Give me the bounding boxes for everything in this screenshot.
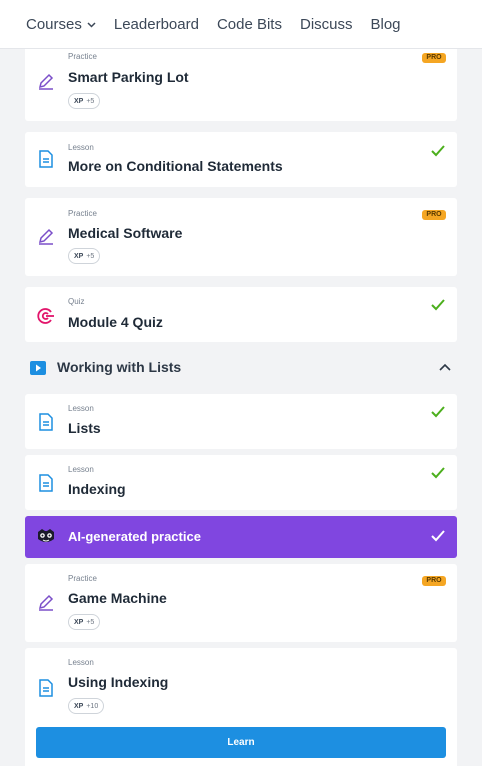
nav-courses[interactable]: Courses — [26, 16, 96, 33]
item-title: Medical Software — [68, 225, 183, 241]
pencil-icon — [38, 594, 54, 611]
document-icon — [39, 474, 53, 492]
learn-button[interactable]: Learn — [36, 727, 446, 758]
xp-chip: XP +5 — [68, 614, 101, 630]
lesson-card-using-indexing[interactable]: Lesson Using Indexing XP +10 Learn — [25, 648, 457, 766]
xp-value: +5 — [86, 618, 95, 626]
check-icon — [431, 145, 445, 157]
xp-value: +5 — [86, 252, 95, 260]
lesson-card-indexing[interactable]: Lesson Indexing — [25, 455, 457, 510]
item-type-label: Lesson — [68, 465, 94, 474]
pencil-icon — [38, 73, 54, 90]
item-title: More on Conditional Statements — [68, 158, 283, 174]
lesson-card-medical-software[interactable]: Practice PRO Medical Software XP +5 — [25, 198, 457, 276]
pencil-icon — [38, 228, 54, 245]
top-navigation: Courses Leaderboard Code Bits Discuss Bl… — [0, 0, 482, 49]
check-icon — [431, 406, 445, 418]
item-title: Game Machine — [68, 590, 167, 606]
xp-value: +5 — [86, 97, 95, 105]
xp-chip: XP +5 — [68, 93, 101, 109]
item-type-label: Quiz — [68, 297, 85, 306]
quiz-card-module-4-quiz[interactable]: Quiz Module 4 Quiz — [25, 287, 457, 342]
module-title: Working with Lists — [57, 359, 182, 375]
item-title: Smart Parking Lot — [68, 69, 189, 85]
item-type-label: Practice — [68, 209, 97, 218]
lesson-card-more-on-conditional-statements[interactable]: Lesson More on Conditional Statements — [25, 132, 457, 187]
nav-code-bits[interactable]: Code Bits — [217, 16, 282, 33]
nav-discuss[interactable]: Discuss — [300, 16, 353, 33]
document-icon — [39, 679, 53, 697]
nav-blog[interactable]: Blog — [371, 16, 401, 33]
item-title: Indexing — [68, 481, 126, 497]
item-title: AI-generated practice — [68, 529, 201, 544]
item-type-label: Lesson — [68, 658, 94, 667]
xp-chip: XP +5 — [68, 248, 101, 264]
document-icon — [39, 413, 53, 431]
xp-label: XP — [74, 97, 84, 105]
item-type-label: Practice — [68, 52, 97, 61]
xp-label: XP — [74, 618, 84, 626]
nav-leaderboard[interactable]: Leaderboard — [114, 16, 199, 33]
check-icon — [431, 530, 445, 542]
item-title: Using Indexing — [68, 674, 169, 690]
lesson-card-game-machine[interactable]: Practice PRO Game Machine XP +5 — [25, 564, 457, 642]
xp-label: XP — [74, 702, 84, 710]
pro-badge: PRO — [422, 53, 446, 63]
chevron-down-icon — [87, 21, 96, 28]
item-type-label: Lesson — [68, 404, 94, 413]
pro-badge: PRO — [422, 210, 446, 220]
xp-label: XP — [74, 252, 84, 260]
document-icon — [39, 150, 53, 168]
check-icon — [431, 299, 445, 311]
pro-badge: PRO — [422, 576, 446, 586]
nav-courses-label: Courses — [26, 15, 82, 33]
item-title: Module 4 Quiz — [68, 314, 163, 330]
lesson-card-lists[interactable]: Lesson Lists — [25, 394, 457, 449]
item-type-label: Practice — [68, 574, 97, 583]
lesson-card-smart-parking-lot[interactable]: Practice PRO Smart Parking Lot XP +5 — [25, 40, 457, 121]
xp-chip: XP +10 — [68, 698, 105, 714]
check-icon — [431, 467, 445, 479]
item-type-label: Lesson — [68, 143, 94, 152]
chevron-up-icon[interactable] — [439, 363, 451, 371]
ai-mask-icon — [38, 529, 54, 542]
play-icon — [30, 361, 46, 375]
ai-generated-practice-card[interactable]: AI-generated practice — [25, 516, 457, 558]
quiz-target-icon — [37, 308, 54, 324]
module-header-working-with-lists[interactable]: Working with Lists — [25, 353, 457, 381]
xp-value: +10 — [86, 702, 99, 710]
item-title: Lists — [68, 420, 101, 436]
